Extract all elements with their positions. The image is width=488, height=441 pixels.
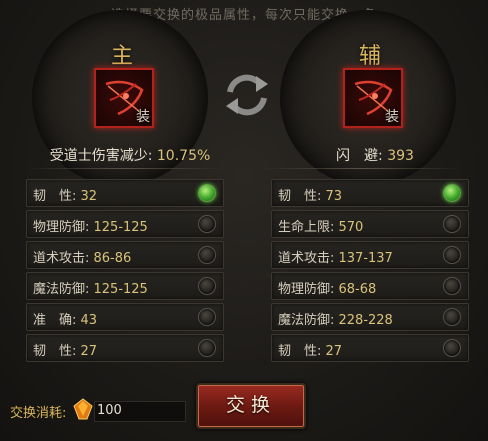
stat-label: 准 确: — [33, 313, 81, 328]
stat-label: 物理防御: — [278, 282, 339, 297]
stat-radio[interactable] — [443, 215, 461, 233]
aux-primary-stat: 闪 避: 393 — [265, 145, 485, 165]
cost-amount-box: 100 — [94, 401, 186, 422]
stat-radio-selected[interactable] — [198, 184, 216, 202]
stat-value: 86-86 — [93, 251, 132, 266]
stat-label: 韧 性: — [278, 344, 326, 359]
right-stat-row[interactable]: 物理防御: 68-68 — [271, 272, 469, 300]
stat-value: 73 — [325, 189, 343, 204]
stat-value: 137-137 — [338, 251, 393, 266]
right-stat-row[interactable]: 生命上限: 570 — [271, 210, 469, 238]
left-stat-row[interactable]: 韧 性: 27 — [26, 334, 224, 362]
stat-radio-selected[interactable] — [443, 184, 461, 202]
stat-radio[interactable] — [198, 308, 216, 326]
stat-value: 125-125 — [93, 220, 148, 235]
right-stat-row[interactable]: 韧 性: 27 — [271, 334, 469, 362]
aux-primary-stat-value: 393 — [387, 148, 414, 164]
left-stat-row[interactable]: 准 确: 43 — [26, 303, 224, 331]
aux-slot-title: 辅 — [358, 44, 381, 69]
main-primary-stat: 受道士伤害减少: 10.75% — [20, 145, 240, 165]
stat-label: 魔法防御: — [33, 282, 94, 297]
stat-label: 生命上限: — [278, 220, 339, 235]
swap-button[interactable]: 交换 — [196, 383, 306, 429]
left-stat-row[interactable]: 魔法防御: 125-125 — [26, 272, 224, 300]
stat-radio[interactable] — [198, 277, 216, 295]
equip-tag: 装 — [385, 109, 399, 125]
stat-label: 魔法防御: — [278, 313, 339, 328]
cost-label: 交换消耗: — [10, 406, 67, 421]
equip-tag: 装 — [136, 109, 150, 125]
stat-radio[interactable] — [443, 246, 461, 264]
stat-radio[interactable] — [198, 215, 216, 233]
cost-value: 100 — [97, 403, 122, 418]
stat-radio[interactable] — [198, 246, 216, 264]
stat-radio[interactable] — [443, 277, 461, 295]
stat-label: 韧 性: — [33, 344, 81, 359]
stat-label: 道术攻击: — [33, 251, 94, 266]
stat-value: 228-228 — [338, 313, 393, 328]
stat-label: 韧 性: — [33, 189, 81, 204]
stat-value: 27 — [80, 344, 98, 359]
stat-label: 道术攻击: — [278, 251, 339, 266]
right-stat-row[interactable]: 道术攻击: 137-137 — [271, 241, 469, 269]
stat-value: 32 — [80, 189, 98, 204]
divider — [262, 168, 462, 169]
gem-icon — [73, 398, 93, 420]
swap-arrows-icon — [226, 74, 268, 116]
stat-value: 27 — [325, 344, 343, 359]
stat-value: 570 — [338, 220, 364, 235]
stat-label: 物理防御: — [33, 220, 94, 235]
main-primary-stat-label: 受道士伤害减少: — [49, 148, 157, 164]
left-stat-row[interactable]: 物理防御: 125-125 — [26, 210, 224, 238]
stat-label: 韧 性: — [278, 189, 326, 204]
stat-radio[interactable] — [443, 339, 461, 357]
instruction-hint: 选择要交换的极品属性，每次只能交换一条 — [110, 8, 377, 23]
aux-primary-stat-label: 闪 避: — [336, 148, 388, 164]
left-stat-row[interactable]: 韧 性: 32 — [26, 179, 224, 207]
stat-value: 125-125 — [93, 282, 148, 297]
right-stat-row[interactable]: 韧 性: 73 — [271, 179, 469, 207]
main-slot-title: 主 — [110, 44, 133, 69]
divider — [25, 168, 225, 169]
stat-value: 68-68 — [338, 282, 377, 297]
stat-value: 43 — [80, 313, 98, 328]
main-equipment-slot[interactable]: 装 — [94, 68, 154, 128]
stat-radio[interactable] — [443, 308, 461, 326]
left-stat-row[interactable]: 道术攻击: 86-86 — [26, 241, 224, 269]
stat-radio[interactable] — [198, 339, 216, 357]
right-stat-row[interactable]: 魔法防御: 228-228 — [271, 303, 469, 331]
aux-equipment-slot[interactable]: 装 — [343, 68, 403, 128]
main-primary-stat-value: 10.75% — [156, 148, 211, 164]
